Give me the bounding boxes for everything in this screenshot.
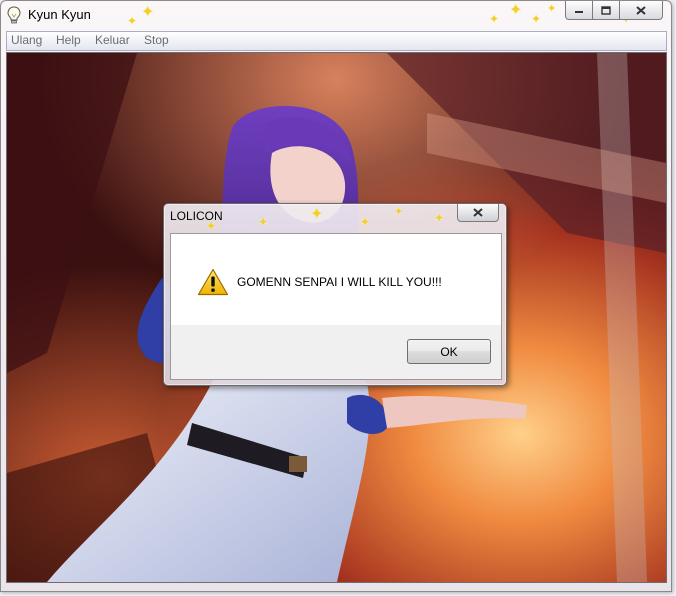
window-title: Kyun Kyun — [28, 7, 91, 22]
sparkle-icon: ✦ — [531, 12, 542, 26]
close-icon — [636, 5, 646, 15]
warning-icon — [197, 268, 229, 296]
lightbulb-icon — [7, 6, 21, 24]
sparkle-icon: ✦ — [509, 0, 523, 19]
window-controls — [565, 1, 663, 21]
close-icon — [473, 208, 483, 217]
minimize-button[interactable] — [565, 1, 593, 20]
message-dialog: LOLICON ✦ ✦ ✦ ✦ ✦ ✦ GOMENN SENPAI I WILL… — [163, 203, 507, 386]
sparkle-icon: ✦ — [360, 215, 371, 229]
menu-item-ulang[interactable]: Ulang — [11, 33, 42, 47]
dialog-message-area: GOMENN SENPAI I WILL KILL YOU!!! — [171, 234, 501, 325]
dialog-body: GOMENN SENPAI I WILL KILL YOU!!! OK — [170, 233, 502, 380]
sparkle-icon: ✦ — [258, 215, 269, 229]
maximize-icon — [601, 5, 611, 15]
sparkle-icon: ✦ — [547, 2, 557, 15]
title-bar[interactable]: Kyun Kyun ✦ ✦ ✦ ✦ ✦ ✦ ✦ ✦ — [1, 1, 671, 29]
maximize-button[interactable] — [593, 1, 620, 20]
sparkle-icon: ✦ — [310, 204, 324, 223]
sparkle-icon: ✦ — [127, 14, 138, 28]
ok-button[interactable]: OK — [407, 339, 491, 364]
minimize-icon — [575, 11, 583, 13]
sparkle-icon: ✦ — [206, 219, 217, 233]
sparkle-icon: ✦ — [394, 205, 404, 218]
menu-item-keluar[interactable]: Keluar — [95, 33, 130, 47]
sparkle-icon: ✦ — [141, 2, 155, 21]
menu-item-stop[interactable]: Stop — [144, 33, 169, 47]
sparkle-icon: ✦ — [489, 12, 500, 26]
menu-bar: Ulang Help Keluar Stop — [6, 31, 667, 51]
sparkle-icon: ✦ — [434, 211, 445, 225]
menu-item-help[interactable]: Help — [56, 33, 81, 47]
dialog-close-button[interactable] — [457, 204, 499, 222]
dialog-message: GOMENN SENPAI I WILL KILL YOU!!! — [237, 275, 442, 289]
close-button[interactable] — [620, 1, 663, 20]
